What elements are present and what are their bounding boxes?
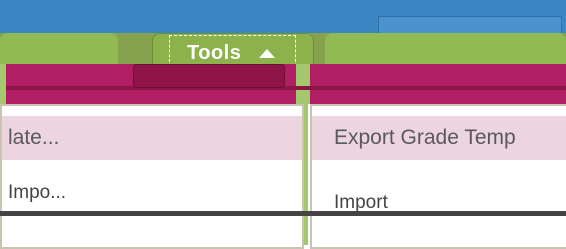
left-panel-item[interactable]: Impo...	[8, 182, 66, 204]
right-panel-header-label: Export Grade Temp	[334, 126, 516, 149]
tab-tools-label: Tools	[187, 42, 242, 64]
right-panel: Export Grade Temp Import	[310, 104, 566, 249]
tab-tools[interactable]: Tools	[152, 33, 314, 81]
bottom-bar	[0, 211, 566, 216]
magenta-band-line	[6, 86, 566, 90]
magenta-band-right	[310, 64, 566, 105]
caret-up-icon	[259, 49, 275, 58]
tab-right[interactable]	[325, 33, 566, 65]
left-panel: late... Impo...	[0, 104, 304, 249]
tab-left[interactable]	[0, 33, 118, 65]
left-panel-header-label: late...	[8, 126, 60, 149]
top-bar	[0, 0, 566, 34]
right-panel-header[interactable]: Export Grade Temp	[312, 116, 566, 160]
top-right-box[interactable]	[378, 16, 562, 34]
left-panel-header[interactable]: late...	[2, 116, 302, 160]
tools-menu-toggle[interactable]	[133, 64, 285, 88]
